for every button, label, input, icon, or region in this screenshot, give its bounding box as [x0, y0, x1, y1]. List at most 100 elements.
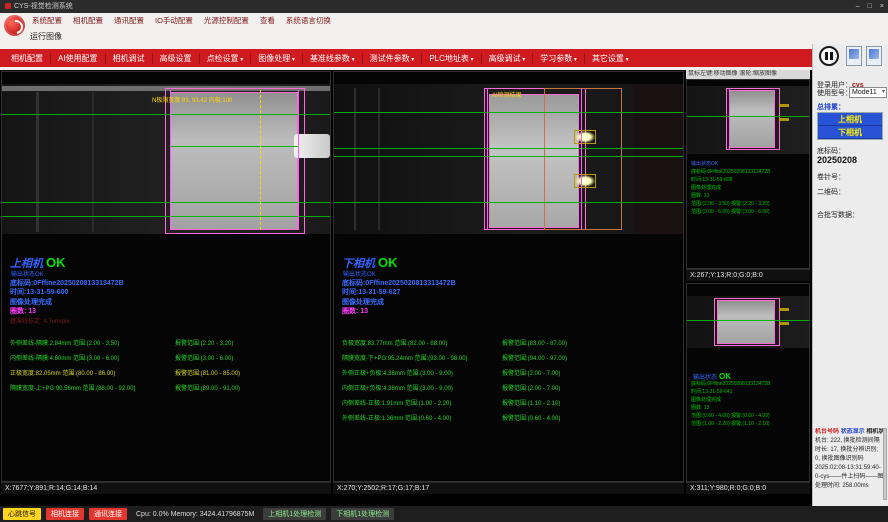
- gripper: [294, 134, 330, 158]
- list-item-upper-camera[interactable]: 上相机: [818, 113, 882, 126]
- camera-status-list: 上相机 下相机: [817, 112, 883, 140]
- reference-line-yellow: [260, 90, 261, 230]
- model-select[interactable]: Mode11▾: [849, 87, 887, 98]
- toolbar-image-processing[interactable]: 图像处理: [250, 53, 302, 64]
- turns-text: 圈数: 13: [10, 306, 36, 316]
- toolbar-camera-debug[interactable]: 相机调试: [105, 53, 152, 64]
- info-line: 处理时间: 258.00ms: [815, 482, 883, 491]
- toolbar-spot-check[interactable]: 点检设置: [199, 53, 251, 64]
- toolbar-baseline-params[interactable]: 基准线参数: [302, 53, 362, 64]
- lower-camera-coordinates: X:270;Y:2502;R:17;G:17;B:17: [333, 482, 684, 494]
- info-line: 机台: 222, 换批检测间隔: [815, 437, 883, 446]
- aux-top-coordinates: X:267;Y:13;R:0;G:0;B:0: [686, 269, 810, 281]
- minimize-button[interactable]: –: [856, 0, 860, 13]
- aux-bottom-image[interactable]: [687, 296, 809, 348]
- roi-outline-pink: [714, 298, 780, 346]
- menu-light-control-config[interactable]: 光源控制配置: [204, 15, 249, 26]
- weld-glow-spot: [574, 130, 596, 144]
- machine-edge: [378, 88, 380, 230]
- measure-line-green: [687, 320, 809, 321]
- output-status: 输出状态OK: [343, 269, 376, 278]
- camera-view-lower[interactable]: AI检测结果 下相机OK 输出状态OK 底标码:0Fffine202502081…: [333, 71, 684, 482]
- info-line: 2025:02:08-13:31:59:40-: [815, 464, 883, 473]
- machine-edge: [354, 88, 356, 230]
- camera-view-aux-bottom[interactable]: 输出状态OK 底标码:0Fffine2025020813313472B 时间:1…: [686, 283, 810, 482]
- lower-camera-image[interactable]: AI检测结果: [334, 84, 683, 234]
- image-annotation: AI检测结果: [492, 90, 522, 99]
- time-text: 时间:13-31-59-600: [10, 287, 68, 297]
- image-annotation: N极限宽度:93, 93.42 内极:100: [152, 95, 232, 104]
- menu-comm-config[interactable]: 通讯配置: [114, 15, 144, 26]
- toolbar-learning-params[interactable]: 学习参数: [532, 53, 584, 64]
- menu-bar: 系统配置 相机配置 通讯配置 IO手动配置 光源控制配置 查看 系统语言切换: [0, 13, 888, 27]
- measure-line-green: [2, 216, 330, 217]
- toolbar-advanced-settings[interactable]: 高级设置: [152, 53, 199, 64]
- measure-line-green: [334, 148, 683, 149]
- edge-line-magenta: [170, 90, 171, 230]
- pause-button[interactable]: [819, 46, 839, 66]
- aux-top-image[interactable]: [687, 86, 809, 154]
- lower-camera-process-status[interactable]: 下相机1处理检测: [331, 508, 394, 520]
- batch-code-value: 20250208: [817, 155, 857, 165]
- close-button[interactable]: ×: [880, 0, 884, 13]
- measurement-row: 负极宽度:83.77mm 范围:(82.00 - 88.00) 报警范围:(83…: [342, 338, 681, 347]
- machine-edge: [36, 92, 39, 232]
- menu-system-config[interactable]: 系统配置: [32, 15, 62, 26]
- toolbar-plc-address-table[interactable]: PLC地址表: [421, 53, 480, 64]
- camera-view-aux-top[interactable]: 输出状态OK 底标码:0Fffine2025020813313472B 时间:1…: [686, 79, 810, 269]
- snapshot-icon: [869, 49, 879, 59]
- toolbar-ai-config[interactable]: AI使用配置: [50, 53, 105, 64]
- upper-camera-process-status[interactable]: 上相机1处理检测: [263, 508, 326, 520]
- menu-language-switch[interactable]: 系统语言切换: [286, 15, 331, 26]
- info-scrollbar[interactable]: [883, 428, 887, 500]
- view-snapshot-button-1[interactable]: [846, 46, 862, 66]
- heartbeat-indicator: 心跳信号: [3, 508, 41, 520]
- result-ok: OK: [46, 255, 66, 270]
- view-snapshot-button-2[interactable]: [866, 46, 882, 66]
- camera-view-upper[interactable]: N极限宽度:93, 93.42 内极:100 上相机OK 输出状态OK 底标码:…: [1, 71, 331, 482]
- list-item-lower-camera[interactable]: 下相机: [818, 126, 882, 139]
- measure-line-green: [334, 156, 683, 157]
- measure-line-green: [687, 116, 809, 117]
- measure-line-green: [334, 202, 683, 203]
- edge-line-magenta: [487, 88, 488, 230]
- window-controls: – □ ×: [856, 0, 884, 13]
- edge-line-magenta: [581, 88, 582, 230]
- measure-line-green: [334, 112, 683, 113]
- output-status: 输出状态OK: [11, 269, 44, 278]
- aux-top-text: 输出状态OK 底标码:0Fffine2025020813313472B 时间:1…: [687, 160, 809, 216]
- machine-shadow: [634, 84, 683, 234]
- result-ok: OK: [378, 255, 398, 270]
- comm-connection-indicator: 通讯连接: [89, 508, 127, 520]
- toolbar-testpiece-params[interactable]: 测试件参数: [362, 53, 422, 64]
- info-line: 0, 换批图像识别码: [815, 455, 883, 464]
- tab-run-image[interactable]: 运行图像: [30, 31, 62, 42]
- measurement-row: 外侧差线-正极:1.36mm 范围:(0.60 - 4.00) 报警范围:(0.…: [342, 413, 681, 422]
- status-bar: 心跳信号 相机连接 通讯连接 Cpu: 0.0% Memory: 3424.41…: [0, 506, 888, 522]
- tab-row: 运行图像: [0, 27, 888, 44]
- qr-code-label: 二维码：: [817, 187, 845, 197]
- menu-camera-config[interactable]: 相机配置: [73, 15, 103, 26]
- roi-outline-orange: [544, 88, 622, 230]
- upper-camera-coordinates: X:7677;Y:891;R:14;G:14;B:14: [1, 482, 331, 494]
- info-line: 0-cys——件上扫码——图像: [815, 473, 883, 482]
- toolbar-camera-config[interactable]: 相机配置: [4, 53, 50, 64]
- edge-line-magenta: [298, 90, 299, 230]
- toolbar-other-settings[interactable]: 其它设置: [584, 53, 636, 64]
- time-text: 时间:13-31-59-627: [342, 287, 400, 297]
- measurement-row: 隔膜宽度-下+PG:95.24mm 范围:(93.00 - 98.00) 报警范…: [342, 353, 681, 362]
- menu-io-manual-config[interactable]: IO手动配置: [155, 15, 193, 26]
- menu-view[interactable]: 查看: [260, 15, 275, 26]
- maximize-button[interactable]: □: [868, 0, 872, 13]
- roi-outline-pink: [726, 88, 780, 150]
- toolbar-advanced-debug[interactable]: 高级调试: [481, 53, 533, 64]
- toolbar-row: 相机配置 AI使用配置 相机调试 高级设置 点检设置 图像处理 基准线参数 测试…: [0, 44, 888, 70]
- cpu-memory-text: Cpu: 0.0% Memory: 3424.41796875M: [136, 511, 254, 518]
- upper-camera-image[interactable]: N极限宽度:93, 93.42 内极:100: [2, 84, 330, 234]
- measurement-row: 内侧差线-隔膜:4.60mm 范围:(3.00 - 6.00) 报警范围:(3.…: [10, 353, 328, 362]
- snapshot-icon: [849, 49, 859, 59]
- edge-line-magenta: [729, 88, 730, 150]
- camera-connection-indicator: 相机连接: [46, 508, 84, 520]
- side-panel: 登录用户：cys 使用型号： Mode11▾ 总排累： 上相机 下相机 底标码：…: [812, 44, 888, 506]
- measure-line-green: [170, 146, 298, 147]
